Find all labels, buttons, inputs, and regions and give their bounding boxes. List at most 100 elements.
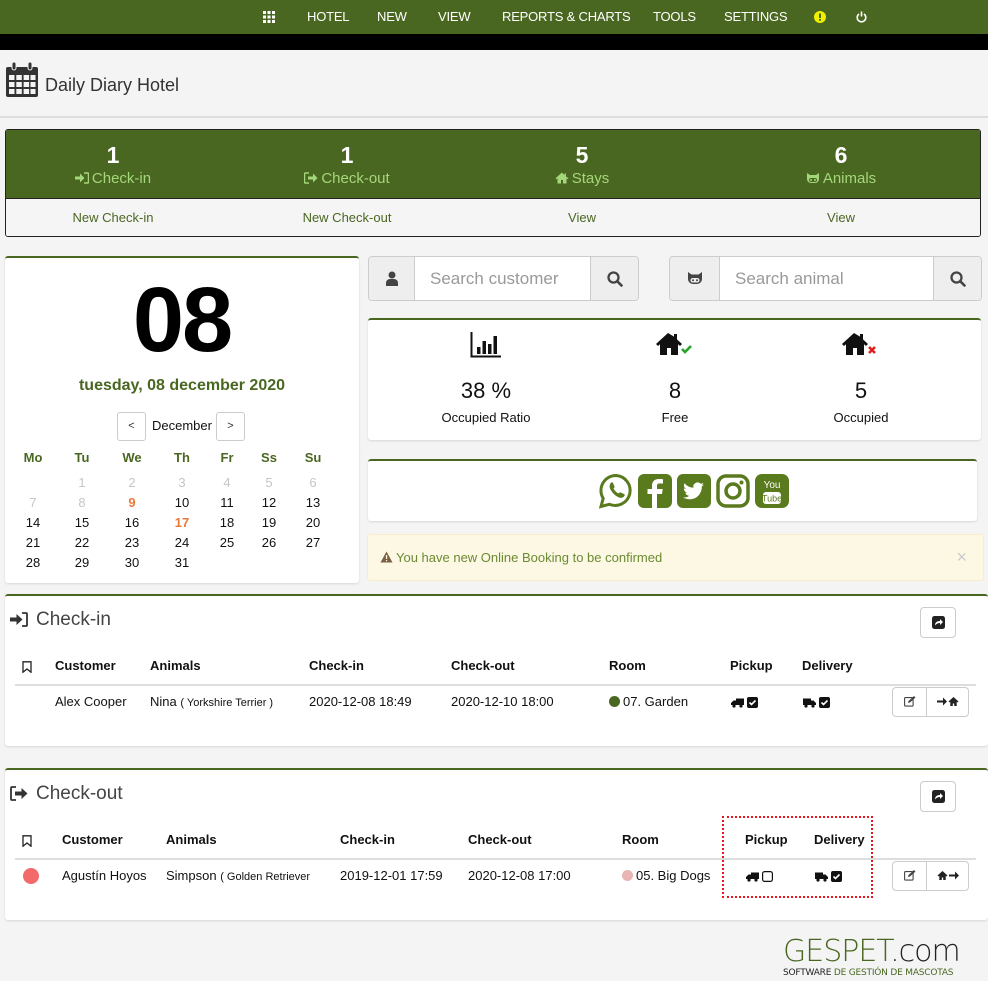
calendar-day[interactable]: 5 — [247, 473, 291, 493]
checkbox-unchecked-icon[interactable] — [762, 871, 774, 883]
nav-hotel[interactable]: HOTEL — [307, 0, 350, 34]
calendar-day[interactable]: 25 — [205, 533, 249, 553]
edit-button[interactable] — [893, 688, 926, 716]
bookmark-icon — [22, 661, 32, 673]
calendar-day[interactable]: 21 — [11, 533, 55, 553]
checkin-section-title: Check-in — [10, 609, 111, 631]
calendar-day[interactable]: 10 — [160, 493, 204, 513]
room-color-dot — [622, 870, 633, 881]
row-customer[interactable]: Agustín Hoyos — [62, 868, 147, 884]
row-pickup — [731, 694, 761, 710]
notifications-button[interactable] — [814, 0, 826, 34]
calendar-day[interactable]: 12 — [247, 493, 291, 513]
calendar-day[interactable]: 3 — [160, 473, 204, 493]
facebook-link[interactable] — [638, 473, 672, 509]
calendar-day[interactable]: 20 — [291, 513, 335, 533]
next-month-button[interactable]: > — [216, 412, 245, 441]
edit-button[interactable] — [893, 862, 926, 890]
calendar-day[interactable]: 30 — [110, 553, 154, 573]
calendar-day[interactable]: 9 — [110, 493, 154, 513]
view-animals-link[interactable]: View — [721, 199, 961, 236]
page-title: Daily Diary Hotel — [45, 75, 180, 95]
logout-button[interactable] — [856, 0, 867, 34]
calendar-day[interactable]: 6 — [291, 473, 335, 493]
weekday-label: We — [122, 450, 142, 465]
row-actions — [892, 861, 969, 891]
calendar-day[interactable]: 23 — [110, 533, 154, 553]
checkout-share-button[interactable] — [920, 781, 956, 812]
calendar-day[interactable]: 26 — [247, 533, 291, 553]
row-customer[interactable]: Alex Cooper — [55, 694, 127, 710]
calendar-weekday-row: Mo Tu We Th Fr Ss Su — [20, 448, 350, 473]
calendar-day[interactable]: 7 — [11, 493, 55, 513]
calendar-week-row: 21 22 23 24 25 26 27 — [20, 533, 350, 553]
animal-search-button[interactable] — [933, 257, 981, 300]
calendar-day[interactable]: 28 — [11, 553, 55, 573]
row-animal[interactable]: Nina ( Yorkshire Terrier ) — [150, 694, 273, 711]
sign-in-icon — [10, 612, 28, 627]
calendar-day[interactable]: 18 — [205, 513, 249, 533]
truck-icon — [731, 698, 744, 708]
calendar-day[interactable]: 31 — [160, 553, 204, 573]
calendar-day[interactable]: 13 — [291, 493, 335, 513]
nav-view[interactable]: VIEW — [438, 0, 471, 34]
stat-animals-label: Animals — [721, 170, 961, 188]
row-delivery — [815, 868, 845, 884]
prev-month-button[interactable]: < — [117, 412, 146, 441]
gespet-logo: GESPET.com SOFTWARE DE GESTIÓN DE MASCOT… — [783, 937, 961, 979]
customer-search-button[interactable] — [590, 257, 638, 300]
calendar-day[interactable]: 14 — [11, 513, 55, 533]
checkbox-checked-icon[interactable] — [819, 697, 830, 708]
checkout-action-button[interactable] — [926, 862, 968, 890]
nav-tools[interactable]: TOOLS — [653, 0, 696, 34]
checkbox-checked-icon[interactable] — [747, 697, 758, 708]
occupied-rooms-stat: 5 Occupied — [761, 320, 961, 425]
svg-text:Tube: Tube — [762, 494, 782, 504]
calendar-day[interactable]: 29 — [60, 553, 104, 573]
nav-settings[interactable]: SETTINGS — [724, 0, 788, 34]
checkin-action-button[interactable] — [926, 688, 968, 716]
alert-close-button[interactable]: × — [956, 547, 967, 568]
view-stays-link[interactable]: View — [462, 199, 702, 236]
weekday-label: Ss — [261, 450, 277, 465]
new-checkin-link[interactable]: New Check-in — [6, 199, 233, 236]
calendar-day[interactable]: 15 — [60, 513, 104, 533]
row-checkout-date: 2020-12-08 17:00 — [468, 868, 571, 883]
calendar-day[interactable]: 4 — [205, 473, 249, 493]
animal-search-input[interactable] — [720, 257, 933, 300]
home-x-icon — [842, 333, 876, 355]
row-animal[interactable]: Simpson ( Golden Retriever — [166, 868, 310, 885]
occupied-rooms-value: 5 — [854, 378, 868, 403]
stat-checkin-label: Check-in — [6, 170, 233, 188]
checkin-share-button[interactable] — [920, 607, 956, 638]
calendar-day[interactable]: 19 — [247, 513, 291, 533]
checkin-section: Check-in Customer Animals Check-in Check… — [5, 594, 988, 746]
calendar-day[interactable]: 1 — [60, 473, 104, 493]
checkbox-checked-icon[interactable] — [831, 871, 842, 882]
nav-reports-charts[interactable]: REPORTS & CHARTS — [502, 0, 631, 34]
calendar-day[interactable]: 22 — [60, 533, 104, 553]
calendar-day[interactable]: 17 — [160, 513, 204, 533]
calendar-day[interactable]: 11 — [205, 493, 249, 513]
stat-stays: 5 Stays — [462, 130, 702, 188]
occupancy-panel: 38 % Occupied Ratio 8 Free 5 Occupied — [368, 318, 981, 440]
youtube-link[interactable]: You Tube — [755, 473, 789, 509]
nav-new[interactable]: NEW — [377, 0, 407, 34]
col-customer: Customer — [55, 658, 116, 673]
calendar-day[interactable]: 8 — [60, 493, 104, 513]
twitter-link[interactable] — [677, 473, 711, 509]
col-delivery: Delivery — [814, 832, 865, 847]
customer-search-input[interactable] — [415, 257, 591, 300]
calendar-day[interactable]: 27 — [291, 533, 335, 553]
weekday-label: Mo — [23, 450, 43, 465]
calendar-day[interactable]: 2 — [110, 473, 154, 493]
occupied-rooms-label: Occupied — [833, 410, 889, 425]
stat-checkin-count: 1 — [106, 142, 120, 168]
calendar-day[interactable]: 16 — [110, 513, 154, 533]
row-pickup — [746, 868, 776, 884]
instagram-link[interactable] — [716, 473, 750, 509]
whatsapp-link[interactable] — [598, 473, 632, 509]
calendar-day[interactable]: 24 — [160, 533, 204, 553]
new-checkout-link[interactable]: New Check-out — [227, 199, 467, 236]
apps-grid-button[interactable] — [263, 0, 275, 34]
